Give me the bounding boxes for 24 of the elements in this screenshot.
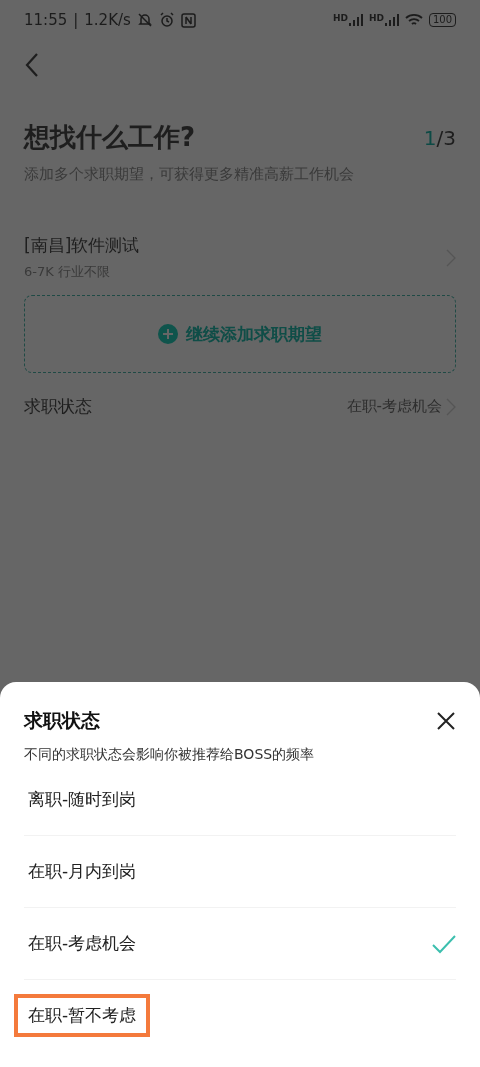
clock-time: 11:55: [24, 11, 68, 29]
signal-icon: [384, 14, 399, 26]
alarm-icon: [158, 12, 175, 28]
plus-icon: [158, 324, 178, 344]
hd-label: HD: [368, 14, 384, 23]
signal-icon: [348, 14, 363, 26]
hd-label: HD: [332, 14, 348, 23]
battery-icon: 100: [428, 13, 456, 27]
close-icon[interactable]: [436, 711, 456, 731]
back-icon[interactable]: [24, 52, 40, 78]
wifi-icon: [404, 13, 423, 27]
muted-bell-icon: [136, 12, 153, 28]
status-label: 求职状态: [24, 395, 93, 418]
status-option[interactable]: 离职-随时到岗: [14, 778, 151, 821]
status-option[interactable]: 在职-考虑机会: [14, 922, 151, 965]
separator-text: |: [73, 11, 79, 29]
highlighted-option[interactable]: 在职-暂不考虑: [14, 994, 151, 1037]
nfc-icon: [180, 12, 196, 28]
page-title: 想找什么工作?: [24, 121, 197, 154]
sheet-subtitle: 不同的求职状态会影响你被推荐给BOSS的频率: [24, 746, 316, 764]
network-speed: 1.2K/s: [84, 11, 131, 29]
status-option[interactable]: 在职-月内到岗: [14, 850, 151, 893]
step-counter: 1/3: [423, 125, 456, 150]
sheet-title: 求职状态: [24, 708, 101, 733]
